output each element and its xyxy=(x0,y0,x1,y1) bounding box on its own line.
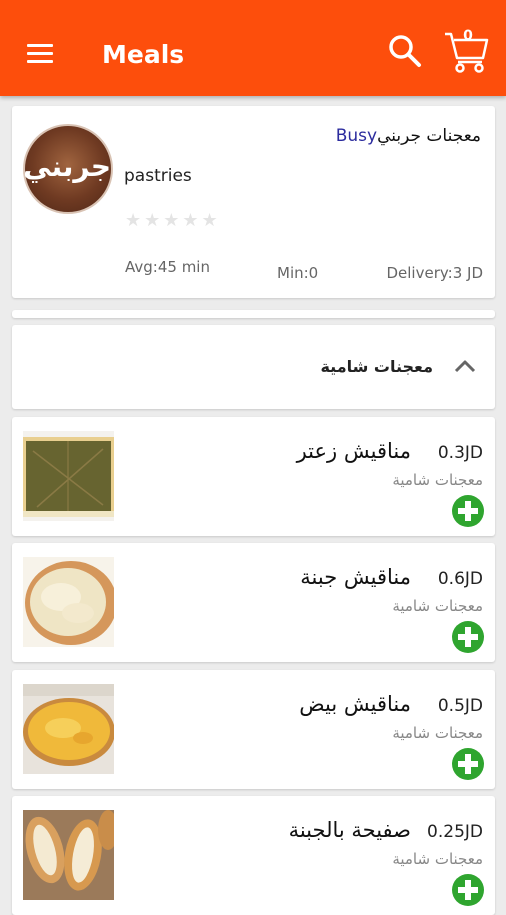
cart-count-badge: 0 xyxy=(463,28,473,44)
meal-price: 0.6JD xyxy=(437,569,483,589)
page-title: Meals xyxy=(102,40,185,69)
category-title: معجنات شامية xyxy=(320,357,433,376)
add-to-cart-icon[interactable] xyxy=(451,620,485,654)
store-name: معجنات جربنيBusy xyxy=(336,126,481,146)
avg-time: Avg:45 min xyxy=(125,258,210,276)
meal-category: معجنات شامية xyxy=(392,471,483,489)
meal-item[interactable]: مناقيش جبنة 0.6JD معجنات شامية xyxy=(12,543,495,662)
category-header[interactable]: معجنات شامية xyxy=(12,325,495,409)
store-name-label: معجنات جربني xyxy=(377,126,481,146)
app-bar: Meals 0 xyxy=(0,0,506,96)
store-card[interactable]: جربني معجنات جربنيBusy pastries ★★★★★ Av… xyxy=(12,106,495,298)
search-icon[interactable] xyxy=(388,34,422,68)
meal-price: 0.3JD xyxy=(437,443,483,463)
meal-category: معجنات شامية xyxy=(392,597,483,615)
meal-category: معجنات شامية xyxy=(392,724,483,742)
meal-item[interactable]: مناقيش زعتر 0.3JD معجنات شامية xyxy=(12,417,495,536)
meal-name: مناقيش زعتر xyxy=(296,439,411,463)
divider-card xyxy=(12,310,495,318)
meal-category: معجنات شامية xyxy=(392,850,483,868)
delivery-fee: Delivery:3 JD xyxy=(386,264,483,282)
busy-status: Busy xyxy=(335,126,378,146)
store-category: pastries xyxy=(124,166,192,186)
meal-image-cheese xyxy=(23,557,114,647)
rating-stars: ★★★★★ xyxy=(125,210,221,231)
meal-item[interactable]: صفيحة بالجبنة 0.25JD معجنات شامية xyxy=(12,796,495,915)
meal-name: صفيحة بالجبنة xyxy=(288,818,411,842)
min-order: Min:0 xyxy=(277,264,319,282)
meal-price: 0.5JD xyxy=(437,696,483,716)
meal-name: مناقيش بيض xyxy=(299,692,411,716)
add-to-cart-icon[interactable] xyxy=(451,747,485,781)
meal-image-egg xyxy=(23,684,114,774)
meal-image-sfeeha xyxy=(23,810,114,900)
meal-item[interactable]: مناقيش بيض 0.5JD معجنات شامية xyxy=(12,670,495,789)
meal-name: مناقيش جبنة xyxy=(300,565,411,589)
add-to-cart-icon[interactable] xyxy=(451,494,485,528)
store-logo-text: جربني xyxy=(23,150,111,183)
meal-image-zaatar xyxy=(23,431,114,521)
store-logo: جربني xyxy=(23,124,113,214)
menu-icon[interactable] xyxy=(27,44,53,64)
add-to-cart-icon[interactable] xyxy=(451,873,485,907)
chevron-up-icon[interactable] xyxy=(453,357,477,375)
meal-price: 0.25JD xyxy=(427,822,483,842)
